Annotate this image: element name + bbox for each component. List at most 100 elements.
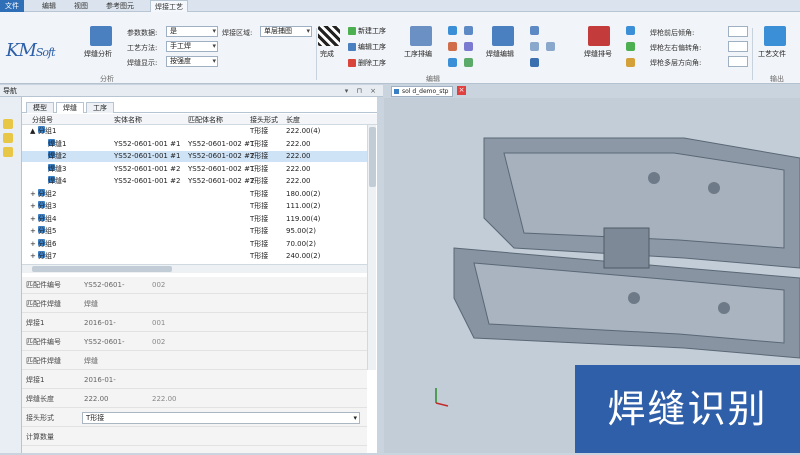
process-toggle-icon[interactable]: [3, 147, 13, 157]
col-entity[interactable]: 实体名称: [114, 115, 142, 125]
close-icon[interactable]: ×: [457, 86, 466, 95]
app-logo: KMSoft: [6, 40, 56, 61]
process-doc-button[interactable]: 工艺文件: [758, 49, 786, 59]
property-row[interactable]: 匹配件焊缝 焊缝: [22, 296, 367, 313]
finish-flag-icon[interactable]: [318, 26, 340, 46]
group-analysis-label: 分析: [100, 75, 114, 83]
process-method-select[interactable]: 手工焊: [166, 41, 218, 52]
expand-icon[interactable]: +: [30, 189, 36, 200]
row-match: YS52-0601-002 #1: [188, 139, 255, 148]
expand-icon[interactable]: ▲: [30, 126, 35, 137]
property-row[interactable]: 匹配件编号 YS52-0601- 002: [22, 334, 367, 351]
expand-icon[interactable]: +: [30, 239, 36, 250]
property-value[interactable]: YS52-0601-: [84, 277, 125, 294]
table-row[interactable]: + 分组4 T形接 119.00(4): [22, 213, 367, 225]
table-row[interactable]: 焊缝1 YS52-0601-001 #1 YS52-0601-002 #1 T形接 22…: [22, 138, 367, 150]
tree-vscroll[interactable]: [367, 125, 376, 370]
table-row[interactable]: + 分组2 T形接 180.00(2): [22, 188, 367, 200]
tree-hscroll[interactable]: [22, 264, 367, 273]
col-length[interactable]: 长度: [286, 115, 300, 125]
tab-reference[interactable]: 参考图元: [102, 0, 138, 12]
col-joint[interactable]: 接头形式: [250, 115, 278, 125]
property-row[interactable]: 计算数量: [22, 429, 367, 446]
weld-edit-icon[interactable]: [492, 26, 514, 46]
weld-check-icon[interactable]: [464, 58, 473, 67]
arrow-down-icon[interactable]: [530, 58, 539, 67]
row-joint: T形接: [250, 139, 269, 148]
weld-tool-icon[interactable]: [448, 26, 457, 35]
tab-model[interactable]: 模型: [26, 102, 54, 113]
weld-analysis-button[interactable]: 焊缝分析: [84, 49, 112, 59]
delete-process-button[interactable]: 删除工序: [348, 58, 386, 68]
expand-icon[interactable]: +: [30, 201, 36, 212]
torch-yaw-input[interactable]: [728, 41, 748, 52]
property-value[interactable]: 2016-01-: [84, 372, 116, 389]
torch-multilayer-input[interactable]: [728, 56, 748, 67]
table-row[interactable]: + 分组7 T形接 240.00(2): [22, 251, 367, 262]
weld-bead-icon[interactable]: [464, 42, 473, 51]
property-key: 匹配件焊缝: [26, 300, 61, 308]
tab-file[interactable]: 文件: [0, 0, 24, 12]
viewport-tab[interactable]: sol d_demo_stp ×: [391, 86, 466, 97]
property-row[interactable]: 接头形式 T形接: [22, 410, 367, 427]
tab-weld[interactable]: 焊缝: [56, 102, 84, 113]
expand-icon[interactable]: +: [30, 251, 36, 262]
property-value[interactable]: YS52-0601-: [84, 334, 125, 351]
tab-welding-process[interactable]: 焊接工艺: [150, 0, 188, 12]
weld-area-select[interactable]: 单层捕图: [260, 26, 312, 37]
param-data-select[interactable]: 是: [166, 26, 218, 37]
weld-display-select[interactable]: 按强度: [166, 56, 218, 67]
tab-view[interactable]: 视图: [70, 0, 92, 12]
joint-type-select[interactable]: T形接: [82, 412, 360, 424]
table-row[interactable]: + 分组3 T形接 111.00(2): [22, 201, 367, 212]
refresh-icon[interactable]: [530, 26, 539, 35]
weld-seam-icon[interactable]: [448, 42, 457, 51]
property-row[interactable]: 匹配件焊缝 焊缝: [22, 353, 367, 370]
table-row[interactable]: ▲ 分组1 T形接 222.00(4): [22, 126, 367, 137]
property-value[interactable]: 2016-01-: [84, 315, 116, 332]
weld-edit-button[interactable]: 焊缝编辑: [486, 49, 514, 59]
rotate-icon[interactable]: [464, 26, 473, 35]
weld-compare-icon[interactable]: [588, 26, 610, 46]
table-row[interactable]: + 分组5 T形接 95.00(2): [22, 226, 367, 237]
property-value[interactable]: 222.00: [84, 391, 109, 408]
arrow-up-icon[interactable]: [530, 42, 539, 51]
torch-direction-icon[interactable]: [626, 58, 635, 67]
table-row[interactable]: 焊缝3 YS52-0601-001 #2 YS52-0601-002 #1 T形接 22…: [22, 163, 367, 175]
weld-toggle-icon[interactable]: [3, 133, 13, 143]
model-toggle-icon[interactable]: [3, 119, 13, 129]
expand-icon[interactable]: +: [30, 226, 36, 237]
property-value[interactable]: 焊缝: [84, 353, 98, 370]
torch-angle-icon[interactable]: [626, 42, 635, 51]
arrow-right-icon[interactable]: [546, 42, 555, 51]
process-arrange-icon[interactable]: [410, 26, 432, 46]
row-length: 180.00(2): [286, 189, 321, 198]
table-row[interactable]: 焊缝4 YS52-0601-001 #2 YS52-0601-002 #2 T形接 22…: [22, 176, 367, 187]
property-value[interactable]: 焊缝: [84, 296, 98, 313]
weld-point-icon[interactable]: [448, 58, 457, 67]
col-match[interactable]: 匹配体名称: [188, 115, 223, 125]
delete-icon: [348, 59, 356, 67]
torch-icon[interactable]: [626, 26, 635, 35]
row-joint: T形接: [250, 127, 269, 135]
property-row[interactable]: 焊缝长度 222.00 222.00: [22, 391, 367, 408]
process-arrange-button[interactable]: 工序排编: [404, 49, 432, 59]
torch-tilt-input[interactable]: [728, 26, 748, 37]
weld-analysis-icon[interactable]: [90, 26, 112, 46]
table-row[interactable]: + 分组6 T形接 70.00(2): [22, 238, 367, 250]
finish-button[interactable]: 完成: [320, 49, 334, 59]
row-joint: T形接: [250, 214, 269, 223]
weld-compare-button[interactable]: 焊缝排号: [584, 49, 612, 59]
tab-process[interactable]: 工序: [86, 102, 114, 113]
property-row[interactable]: 焊接1 2016-01- 001: [22, 315, 367, 332]
col-group[interactable]: 分组号: [32, 115, 53, 125]
property-row[interactable]: 焊接1 2016-01-: [22, 372, 367, 389]
expand-icon[interactable]: +: [30, 214, 36, 225]
process-doc-icon[interactable]: [764, 26, 786, 46]
edit-process-button[interactable]: 编辑工序: [348, 42, 386, 52]
new-process-button[interactable]: 新建工序: [348, 26, 386, 36]
pin-icon[interactable]: ▾ ⊓ ×: [345, 85, 379, 97]
tab-edit[interactable]: 编辑: [38, 0, 60, 12]
property-row[interactable]: 匹配件编号 YS52-0601- 002: [22, 277, 367, 294]
table-row[interactable]: 焊缝2 YS52-0601-001 #1 YS52-0601-002 #2 T形接 22…: [22, 151, 367, 162]
